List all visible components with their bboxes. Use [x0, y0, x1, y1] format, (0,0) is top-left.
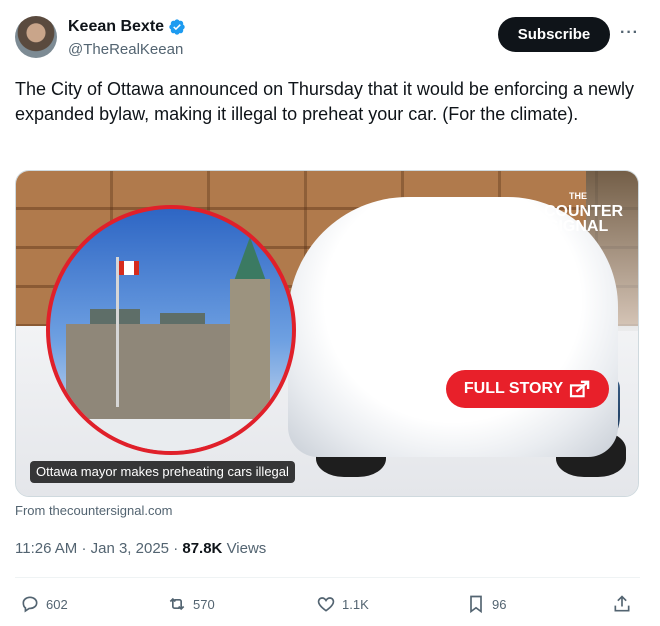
tweet-date[interactable]: Jan 3, 2025: [91, 540, 169, 557]
reply-button[interactable]: 602: [20, 594, 68, 614]
share-out-icon: [570, 380, 590, 398]
share-button[interactable]: [612, 594, 632, 614]
subscribe-button[interactable]: Subscribe: [498, 17, 610, 52]
repost-icon: [169, 597, 185, 611]
repost-button[interactable]: 570: [167, 594, 215, 614]
full-story-badge: FULL STORY: [446, 370, 609, 408]
author-name-row[interactable]: Keean Bexte: [68, 18, 186, 36]
heart-icon: [317, 597, 335, 612]
divider: [15, 577, 640, 578]
bookmark-icon: [470, 595, 482, 614]
link-source[interactable]: From thecountersignal.com: [15, 503, 173, 518]
bookmark-count: 96: [492, 596, 507, 612]
more-horizontal-icon[interactable]: ···: [620, 24, 639, 42]
author-display-name[interactable]: Keean Bexte: [68, 18, 164, 36]
bookmark-button[interactable]: 96: [466, 594, 506, 614]
like-button[interactable]: 1.1K: [316, 594, 369, 614]
reply-count: 602: [46, 596, 68, 612]
reply-icon: [22, 596, 38, 613]
like-count: 1.1K: [342, 596, 369, 612]
tweet-meta: 11:26 AM · Jan 3, 2025 · 87.8K Views: [15, 540, 267, 557]
verified-badge-icon: [169, 19, 185, 35]
counter-signal-logo: THE COUNTER SIGNAL: [544, 191, 624, 235]
link-card-media[interactable]: THE COUNTER SIGNAL FULL STORY Ottawa may…: [15, 170, 639, 497]
share-icon: [614, 595, 630, 612]
views-count: 87.8K: [182, 540, 223, 557]
author-handle[interactable]: @TheRealKeean: [68, 41, 183, 58]
parliament-inset-image: [46, 205, 296, 455]
snow-covered-car: [288, 197, 618, 457]
repost-count: 570: [193, 596, 215, 612]
media-caption: Ottawa mayor makes preheating cars illeg…: [30, 461, 295, 483]
author-avatar[interactable]: [15, 16, 57, 58]
canada-flag-icon: [119, 261, 139, 275]
tweet-time[interactable]: 11:26 AM: [15, 540, 77, 557]
tweet-text: The City of Ottawa announced on Thursday…: [15, 79, 635, 124]
full-story-label: FULL STORY: [463, 380, 564, 397]
views-label: Views: [226, 540, 267, 557]
